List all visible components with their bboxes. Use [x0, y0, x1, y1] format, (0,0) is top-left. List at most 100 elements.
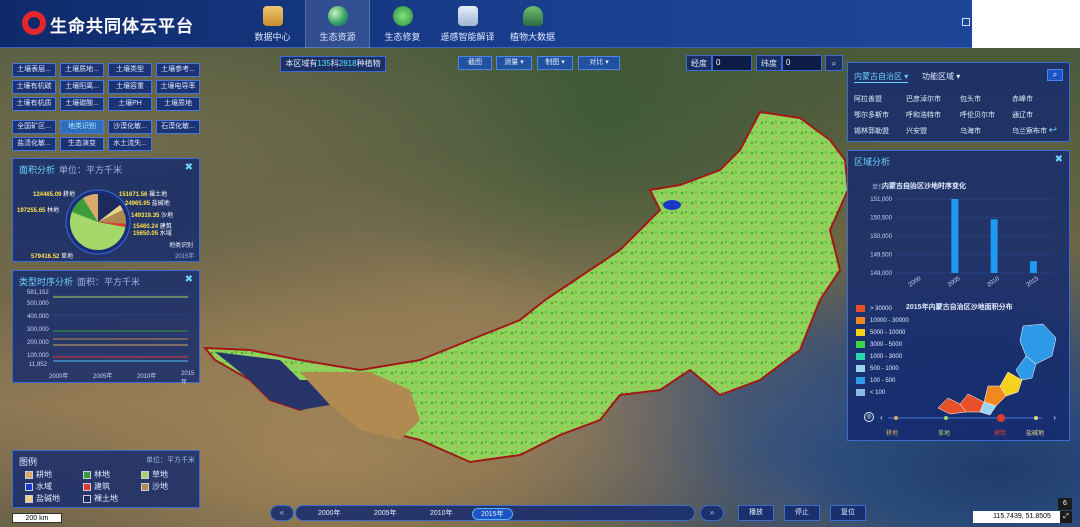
- nav-eco-resource[interactable]: 生态资源: [305, 0, 370, 48]
- layer-btn[interactable]: 土壤PH: [108, 97, 152, 111]
- layer-btn[interactable]: 土壤类型: [108, 63, 152, 77]
- layer-btn[interactable]: 土壤有机碳: [12, 80, 56, 94]
- city-link[interactable]: 呼伦贝尔市: [960, 110, 995, 120]
- close-icon[interactable]: ✖: [185, 274, 193, 285]
- latitude-input[interactable]: 0: [782, 55, 822, 71]
- layer-btn[interactable]: 土壤参考...: [156, 63, 200, 77]
- legend-swatch: [83, 494, 91, 503]
- year-2015-active[interactable]: 2015年: [472, 508, 513, 520]
- legend-swatch: [25, 470, 33, 479]
- city-link[interactable]: 赤峰市: [1012, 94, 1033, 104]
- area-pie-chart[interactable]: [65, 189, 131, 255]
- city-link[interactable]: 阿拉善盟: [854, 94, 882, 104]
- year-2005[interactable]: 2005年: [374, 508, 397, 518]
- sand-bar-chart[interactable]: 151,000 150,500 150,000 149,500 149,000 2000 2…: [848, 189, 1071, 299]
- nav-eco-restore[interactable]: 生态修复: [370, 0, 435, 48]
- pie-label: 124465.09 耕地: [33, 192, 76, 198]
- layer-btn-active[interactable]: 地类识别: [60, 120, 104, 134]
- nav-plant-data[interactable]: 植物大数据: [500, 0, 565, 48]
- city-link[interactable]: 乌兰察布市: [1012, 126, 1047, 136]
- tab-admin-region[interactable]: 内蒙古自治区 ▾: [854, 71, 909, 83]
- search-icon[interactable]: ⌕: [825, 55, 843, 71]
- layer-btn[interactable]: 土壤容重: [108, 80, 152, 94]
- legend-item: 裸土地: [83, 493, 118, 504]
- x-tick: 2015年: [181, 371, 195, 386]
- year-2000[interactable]: 2000年: [318, 508, 341, 518]
- type-grassland[interactable]: 草地: [938, 428, 950, 437]
- measure-dropdown[interactable]: 测量 ▾: [496, 56, 532, 70]
- legend-title: 图例: [19, 457, 38, 467]
- pie-label: 151671.56 裸土地: [119, 192, 168, 198]
- layer-btn[interactable]: 水土流失...: [108, 137, 152, 151]
- back-icon[interactable]: ↩: [1049, 125, 1057, 136]
- reset-button[interactable]: 复位: [830, 505, 866, 521]
- layer-btn[interactable]: 土壤表层...: [12, 63, 56, 77]
- city-link[interactable]: 乌海市: [960, 126, 981, 136]
- nav-data-center[interactable]: 数据中心: [240, 0, 305, 48]
- layer-btn[interactable]: 生态演变: [60, 137, 104, 151]
- target-icon[interactable]: ◎: [864, 412, 874, 422]
- city-link[interactable]: 通辽市: [1012, 110, 1033, 120]
- city-link[interactable]: 锡林郭勒盟: [854, 126, 889, 136]
- tab-function-region[interactable]: 功能区域 ▾: [922, 71, 960, 82]
- year-2010[interactable]: 2010年: [430, 508, 453, 518]
- layer-btn[interactable]: 土壤质地...: [60, 63, 104, 77]
- map-legend-swatch: [856, 377, 865, 384]
- corner-counter[interactable]: 6: [1058, 498, 1072, 510]
- layer-btn[interactable]: 土壤阳离...: [60, 80, 104, 94]
- sand-distribution-map[interactable]: [928, 316, 1068, 416]
- type-building[interactable]: 建筑: [994, 428, 1006, 437]
- stop-button[interactable]: 停止: [784, 505, 820, 521]
- fullscreen-icon[interactable]: ⤢: [1060, 511, 1072, 523]
- y-tick: 100,000: [27, 353, 49, 359]
- x-tick-label: 2005: [947, 276, 962, 289]
- layer-btn[interactable]: 全国矿区...: [12, 120, 56, 134]
- longitude-label: 经度: [686, 55, 712, 71]
- time-series-unit: 面积：平方千米: [77, 277, 141, 287]
- type-track: [888, 414, 1042, 422]
- timeline-prev-button[interactable]: «: [270, 505, 294, 521]
- x-tick-label: 2015: [1026, 276, 1041, 289]
- city-link[interactable]: 包头市: [960, 94, 981, 104]
- y-tick-label: 149,000: [870, 271, 892, 277]
- play-button[interactable]: 播放: [738, 505, 774, 521]
- layer-btn[interactable]: 土壤质地: [156, 97, 200, 111]
- next-icon[interactable]: ›: [1053, 413, 1056, 422]
- close-icon[interactable]: ✖: [1055, 154, 1063, 165]
- monitor-icon[interactable]: [962, 18, 970, 26]
- map-scale: 200 km: [12, 513, 62, 523]
- map-legend-label: 10000 - 30000: [870, 317, 909, 324]
- header-blank-area: [972, 0, 1080, 48]
- layer-btn[interactable]: 石漠化敏...: [156, 120, 200, 134]
- nav-remote-sensing[interactable]: 遥感智能解译: [435, 0, 500, 48]
- time-series-chart[interactable]: [53, 293, 193, 369]
- close-icon[interactable]: ✖: [185, 162, 193, 173]
- type-saline[interactable]: 盐碱地: [1026, 428, 1044, 437]
- y-tick-label: 149,500: [870, 253, 892, 259]
- region-analysis-title: 区域分析: [854, 157, 891, 167]
- y-tick: 500,000: [27, 301, 49, 307]
- map-legend-item: 10000 - 30000: [856, 317, 909, 324]
- prev-icon[interactable]: ‹: [880, 413, 883, 422]
- area-analysis-panel: 面积分析 单位：平方千米 ✖ 124465.09 耕地 197255.65 林地 …: [12, 158, 200, 262]
- y-tick: 300,000: [27, 327, 49, 333]
- timeline-next-button[interactable]: »: [700, 505, 724, 521]
- layer-btn[interactable]: 土壤电导率: [156, 80, 200, 94]
- type-farmland[interactable]: 耕地: [886, 428, 898, 437]
- city-link[interactable]: 鄂尔多斯市: [854, 110, 889, 120]
- city-link[interactable]: 巴彦淖尔市: [906, 94, 941, 104]
- lake: [663, 200, 681, 210]
- data-center-icon: [262, 5, 283, 26]
- layer-btn[interactable]: 沙漠化敏...: [108, 120, 152, 134]
- layer-btn[interactable]: 土壤有机质: [12, 97, 56, 111]
- search-icon[interactable]: ⌕: [1047, 69, 1063, 81]
- screenshot-button[interactable]: 截图: [458, 56, 492, 70]
- map-legend-item: 500 - 1000: [856, 365, 899, 372]
- layer-btn[interactable]: 土壤碳酸...: [60, 97, 104, 111]
- city-link[interactable]: 兴安盟: [906, 126, 927, 136]
- longitude-input[interactable]: 0: [712, 55, 752, 71]
- city-link[interactable]: 呼和浩特市: [906, 110, 941, 120]
- layer-btn[interactable]: 盐渍化敏...: [12, 137, 56, 151]
- map-making-dropdown[interactable]: 制图 ▾: [537, 56, 573, 70]
- compare-dropdown[interactable]: 对比 ▾: [578, 56, 620, 70]
